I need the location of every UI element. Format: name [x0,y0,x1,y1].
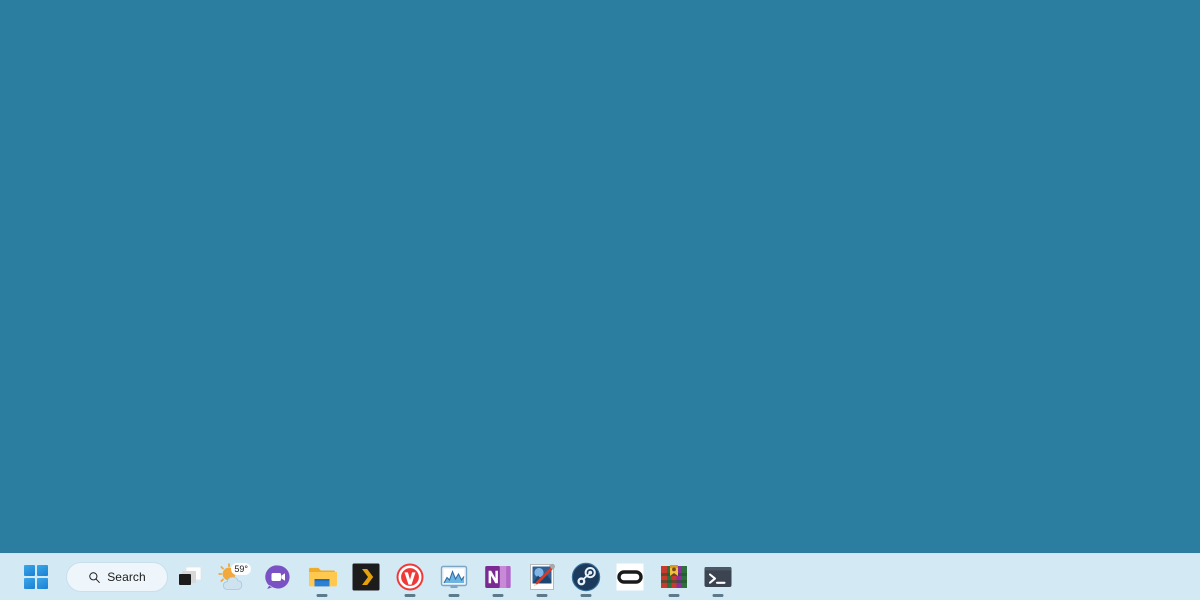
taskbar-item-onenote[interactable] [476,555,520,599]
vivaldi-icon [396,563,424,591]
running-indicator [316,594,328,597]
monitor-chart-icon [440,565,468,588]
running-indicator [404,594,416,597]
start-button[interactable] [14,555,58,599]
taskbar-item-plex[interactable] [344,555,388,599]
taskbar-item-chat[interactable] [256,555,300,599]
weather-temperature: 59° [231,563,251,575]
taskbar-item-windows-terminal[interactable] [696,555,740,599]
plex-chevron-icon [352,563,380,591]
taskbar-item-paint-dot-net[interactable] [520,555,564,599]
taskbar-item-steam[interactable] [564,555,608,599]
running-indicator [668,594,680,597]
paint-brush-photo-icon [530,563,555,590]
taskbar[interactable]: Search 59° [0,553,1200,600]
running-indicator [580,594,592,597]
winrar-books-icon [661,565,687,588]
taskbar-item-task-manager[interactable] [432,555,476,599]
taskbar-items-group: Search 59° [0,554,740,600]
weather-sun-cloud-icon: 59° [216,560,252,594]
task-view-icon [179,566,202,585]
running-indicator [448,594,460,597]
taskbar-item-winrar[interactable] [652,555,696,599]
search-input[interactable]: Search [66,562,168,592]
windows-logo-icon [24,565,48,589]
onenote-icon [485,566,511,588]
folder-icon [309,567,337,587]
taskbar-item-vivaldi[interactable] [388,555,432,599]
taskbar-item-file-explorer[interactable] [300,555,344,599]
desktop-background[interactable]: Search 59° [0,0,1200,600]
running-indicator [712,594,724,597]
terminal-prompt-icon [704,567,732,587]
oculus-icon [616,563,644,591]
taskbar-item-task-view[interactable] [168,555,212,599]
steam-icon [571,562,601,592]
running-indicator [492,594,504,597]
taskbar-item-oculus[interactable] [608,555,652,599]
running-indicator [536,594,548,597]
chat-video-icon [265,565,290,589]
taskbar-item-weather[interactable]: 59° [212,555,256,599]
search-label: Search [107,570,146,584]
search-icon [89,571,101,583]
